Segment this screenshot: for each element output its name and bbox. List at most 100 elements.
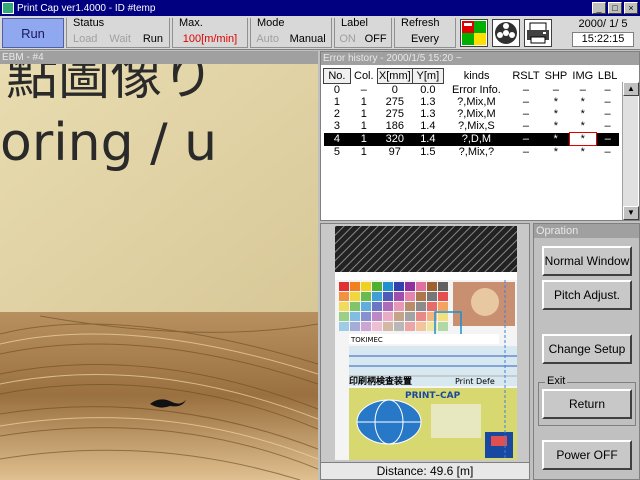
datetime-display: 2000/ 1/ 5 15:22:15 <box>568 16 638 50</box>
table-row[interactable]: 1 1 275 1.3 ?,Mix,M – * * – <box>324 96 620 108</box>
status-group: Status Load Wait Run <box>66 17 170 48</box>
camera-text-line2: oring / u <box>0 113 217 173</box>
table-cell: 2 <box>333 108 340 120</box>
close-button[interactable]: × <box>624 2 638 14</box>
mode-label: Mode <box>255 17 287 29</box>
table-cell: – <box>509 132 543 146</box>
camera-image[interactable]: 點圖像り oring / u <box>0 51 318 480</box>
table-row[interactable]: 0 – 0 0.0 Error Info. – – – – <box>324 84 620 97</box>
col-x[interactable]: X[mm] <box>376 68 413 84</box>
table-header-row: No. Col. X[mm] Y[m] kinds RSLT SHP IMG L… <box>323 68 620 84</box>
table-row[interactable]: 2 1 275 1.3 ?,Mix,M – * * – <box>324 108 620 120</box>
mode-auto[interactable]: Auto <box>256 33 279 45</box>
col-rslt[interactable]: RSLT <box>509 69 542 84</box>
pitch-label-printcap: PRINT–CAP <box>405 391 461 401</box>
table-cell: ?,Mix,M <box>457 96 496 108</box>
table-cell: – <box>604 83 611 96</box>
table-cell: ?,D,M <box>443 132 510 146</box>
pitch-label-tokimec: TOKIMEC <box>350 336 383 344</box>
table-cell: Error Info. <box>451 83 501 96</box>
table-row[interactable]: 5 1 97 1.5 ?,Mix,? – * * – <box>324 146 620 159</box>
window-title: Print Cap ver1.4000 - ID #temp <box>17 2 156 14</box>
table-cell: 1.5 <box>420 145 436 158</box>
table-cell: * <box>568 132 597 146</box>
status-label: Status <box>71 17 107 29</box>
col-img[interactable]: IMG <box>569 69 596 84</box>
table-cell: ?,Mix,? <box>458 145 495 158</box>
table-cell: – <box>604 96 611 108</box>
operation-panel: Opration Normal Window Pitch Adjust. Cha… <box>533 223 640 480</box>
error-history-panel: Error history - 2000/1/5 15:20 ~ No. Col… <box>320 51 640 221</box>
mode-manual[interactable]: Manual <box>290 33 326 45</box>
operation-title: Opration <box>534 224 639 238</box>
max-label: Max. <box>177 17 205 29</box>
table-cell: – <box>522 96 530 108</box>
time-text: 15:22:15 <box>572 32 634 47</box>
error-history-scrollbar[interactable]: ▲ ▼ <box>622 82 639 220</box>
table-cell: – <box>604 108 611 120</box>
status-wait[interactable]: Wait <box>109 33 131 45</box>
table-cell: 320 <box>377 132 413 146</box>
col-kinds[interactable]: kinds <box>443 69 509 84</box>
table-cell: ?,Mix,M <box>457 108 496 120</box>
table-cell: * <box>542 132 570 146</box>
run-button[interactable]: Run <box>2 18 64 48</box>
title-bar: Print Cap ver1.4000 - ID #temp _ □ × <box>0 0 640 16</box>
error-history-table: No. Col. X[mm] Y[m] kinds RSLT SHP IMG L… <box>323 68 619 158</box>
pitch-label-jp: 印刷柄検査装置 <box>349 375 412 387</box>
max-speed-group: Max. 100[m/min] <box>172 17 248 48</box>
minimize-button[interactable]: _ <box>592 2 606 14</box>
col-lbl[interactable]: LBL <box>596 69 619 84</box>
table-cell: * <box>553 145 559 158</box>
pitch-image-panel: TOKIMEC 印刷柄検査装置 Print Defe PRINT–CAP Dis… <box>320 223 530 480</box>
table-cell: – <box>522 120 530 133</box>
col-shp[interactable]: SHP <box>543 69 570 84</box>
printer-icon[interactable] <box>524 19 552 47</box>
col-no[interactable]: No. <box>323 68 351 84</box>
table-cell: – <box>360 83 367 96</box>
status-load[interactable]: Load <box>73 33 97 45</box>
label-off[interactable]: OFF <box>365 33 387 45</box>
label-on[interactable]: ON <box>339 33 356 45</box>
table-cell: * <box>580 96 585 108</box>
table-row[interactable]: 3 1 186 1.4 ?,Mix,S – * * – <box>324 120 620 133</box>
table-row[interactable]: 4 1 320 1.4 ?,D,M – * * – <box>323 132 619 146</box>
camera-panel: EBM - #4 點圖像り oring / u <box>0 51 318 480</box>
change-setup-button[interactable]: Change Setup <box>542 334 632 364</box>
table-cell: 275 <box>385 96 404 108</box>
maximize-button[interactable]: □ <box>608 2 622 14</box>
return-button[interactable]: Return <box>542 389 632 419</box>
scroll-down-icon[interactable]: ▼ <box>623 206 639 220</box>
table-cell: – <box>522 83 530 96</box>
status-run[interactable]: Run <box>143 33 163 45</box>
table-cell: 275 <box>385 108 404 120</box>
table-cell: – <box>552 83 559 96</box>
table-cell: * <box>553 120 559 133</box>
table-cell: 0 <box>391 84 398 96</box>
normal-window-button[interactable]: Normal Window <box>542 246 632 276</box>
table-cell: 1.3 <box>420 108 436 120</box>
scroll-up-icon[interactable]: ▲ <box>623 82 639 96</box>
refresh-label: Refresh <box>399 17 442 29</box>
col-y[interactable]: Y[m] <box>411 68 444 84</box>
power-off-button[interactable]: Power OFF <box>542 440 632 470</box>
table-cell: 0.0 <box>420 84 436 96</box>
col-col[interactable]: Col. <box>350 69 377 84</box>
table-cell: 4 <box>323 132 351 146</box>
max-speed-value[interactable]: 100[m/min] <box>183 33 237 45</box>
refresh-value[interactable]: Every <box>411 33 439 45</box>
table-cell: 3 <box>333 120 340 133</box>
signal-lamp-icon[interactable] <box>460 19 488 47</box>
pitch-image[interactable]: TOKIMEC 印刷柄検査装置 Print Defe PRINT–CAP <box>335 226 517 460</box>
distance-readout: Distance: 49.6 [m] <box>321 462 529 479</box>
toolbar: Run Status Load Wait Run Max. 100[m/min]… <box>0 16 640 50</box>
film-reel-icon[interactable] <box>492 19 520 47</box>
table-cell: – <box>596 132 619 146</box>
table-cell: 1 <box>360 96 367 108</box>
table-cell: 1.3 <box>420 96 436 108</box>
table-cell: 1.4 <box>420 120 436 133</box>
table-cell: * <box>580 108 585 120</box>
pitch-adjust-button[interactable]: Pitch Adjust. <box>542 280 632 310</box>
table-cell: * <box>553 96 559 108</box>
table-cell: * <box>553 108 559 120</box>
